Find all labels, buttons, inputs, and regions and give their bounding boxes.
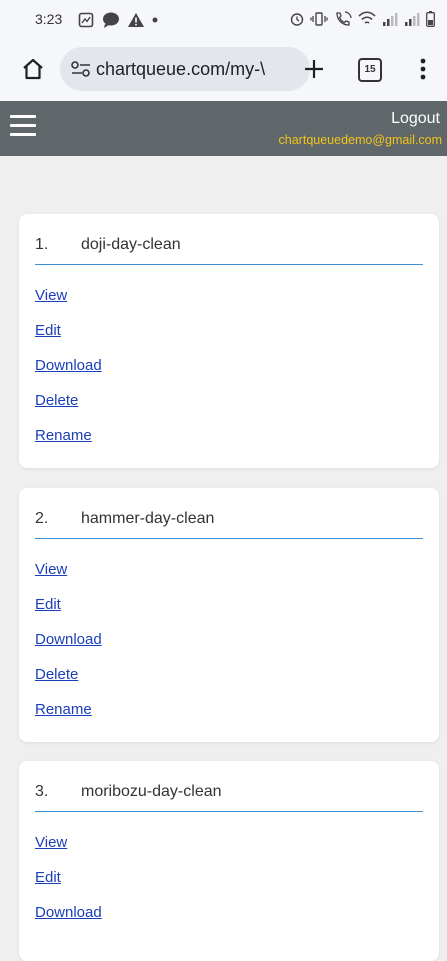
chart-card: 2. hammer-day-clean View Edit Download D… [19, 488, 439, 742]
wifi-calling-icon [334, 11, 352, 27]
view-link[interactable]: View [35, 560, 102, 595]
dot-icon [152, 17, 158, 23]
menu-icon[interactable] [10, 115, 36, 141]
chart-card-header: 2. hammer-day-clean [35, 510, 214, 528]
battery-icon [426, 11, 435, 27]
alarm-icon [290, 12, 304, 26]
chart-card: 3. moribozu-day-clean View Edit Download [19, 761, 439, 961]
chart-actions: View Edit Download Delete Rename [35, 560, 102, 735]
chart-name: hammer-day-clean [81, 510, 215, 527]
chart-actions: View Edit Download Delete Rename [35, 286, 102, 461]
chart-number: 2. [35, 510, 49, 527]
browser-menu-button[interactable] [418, 56, 428, 82]
browser-toolbar: chartqueue.com/my-\ 15 [0, 38, 447, 101]
download-link[interactable]: Download [35, 356, 102, 391]
chart-number: 3. [35, 783, 49, 800]
download-link[interactable]: Download [35, 630, 102, 665]
alert-triangle-icon [128, 13, 144, 27]
rename-link[interactable]: Rename [35, 700, 102, 735]
edit-link[interactable]: Edit [35, 321, 102, 356]
user-email: chartqueuedemo@gmail.com [278, 133, 442, 147]
status-time: 3:23 [35, 11, 63, 27]
rename-link[interactable]: Rename [35, 426, 102, 461]
chart-card-header: 3. moribozu-day-clean [35, 783, 222, 801]
plus-icon [305, 60, 323, 78]
status-bar: 3:23 [0, 0, 447, 38]
status-right-icons [290, 11, 435, 27]
chart-name: moribozu-day-clean [81, 783, 222, 800]
tab-switcher-button[interactable]: 15 [358, 58, 382, 82]
divider [35, 264, 423, 265]
more-vert-icon [420, 58, 426, 80]
divider [35, 811, 423, 812]
delete-link[interactable]: Delete [35, 391, 102, 426]
edit-link[interactable]: Edit [35, 595, 102, 630]
edit-link[interactable]: Edit [35, 868, 102, 903]
chart-number: 1. [35, 236, 49, 253]
download-link[interactable]: Download [35, 903, 102, 938]
divider [35, 538, 423, 539]
new-tab-button[interactable] [300, 55, 328, 83]
logout-link[interactable]: Logout [391, 110, 440, 128]
screenshot-icon [78, 12, 94, 28]
signal-icon [404, 12, 420, 26]
chart-actions: View Edit Download [35, 833, 102, 938]
delete-link[interactable]: Delete [35, 665, 102, 700]
address-bar[interactable]: chartqueue.com/my-\ [60, 47, 310, 91]
home-button[interactable] [21, 57, 45, 81]
app-header: Logout chartqueuedemo@gmail.com [0, 101, 447, 156]
vibrate-icon [310, 12, 328, 26]
view-link[interactable]: View [35, 286, 102, 321]
chart-name: doji-day-clean [81, 236, 181, 253]
url-text[interactable]: chartqueue.com/my-\ [96, 59, 265, 80]
home-icon [23, 58, 43, 80]
chat-icon [102, 12, 120, 28]
site-settings-icon[interactable] [70, 59, 92, 79]
chart-card-header: 1. doji-day-clean [35, 236, 181, 254]
wifi-icon [358, 11, 376, 27]
chart-card: 1. doji-day-clean View Edit Download Del… [19, 214, 439, 468]
signal-icon [382, 12, 398, 26]
status-left-icons [78, 12, 158, 28]
view-link[interactable]: View [35, 833, 102, 868]
